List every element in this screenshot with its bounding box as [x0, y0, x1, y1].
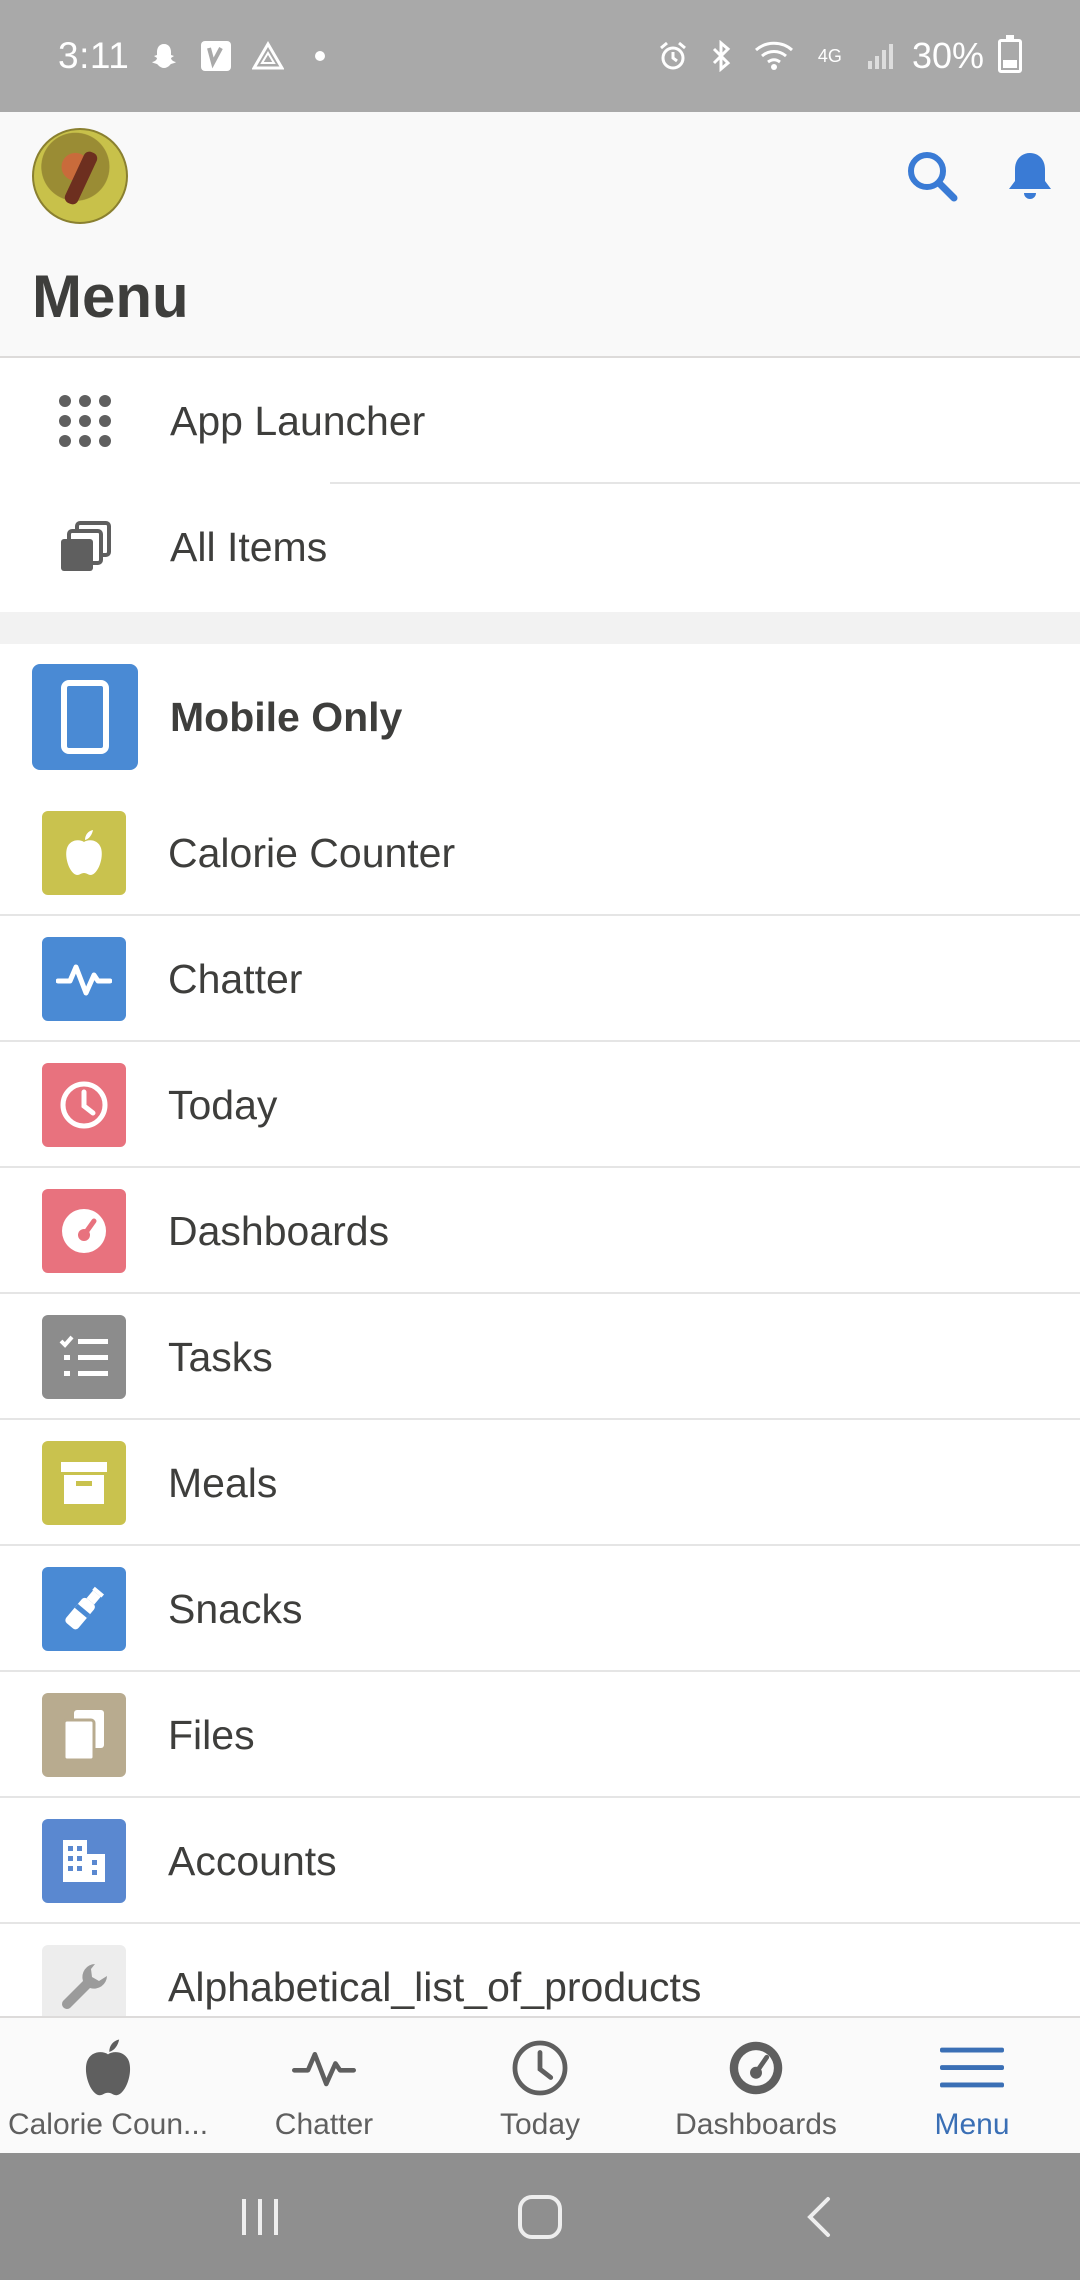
all-items-row[interactable]: All Items: [0, 484, 1080, 610]
notifications-button[interactable]: [1002, 148, 1058, 204]
page-title: Menu: [32, 263, 189, 330]
apple-icon: [42, 811, 126, 895]
snapchat-icon: [147, 39, 181, 73]
lte-icon: 4G: [817, 46, 842, 66]
nav-menu[interactable]: Menu: [864, 2018, 1080, 2153]
venmo-icon: [199, 39, 233, 73]
gauge-icon: [42, 1189, 126, 1273]
list-item-label: Alphabetical_list_of_products: [168, 1963, 702, 2010]
list-item-snacks[interactable]: Snacks: [0, 1546, 1080, 1672]
pulse-icon: [292, 2036, 356, 2100]
checklist-icon: [42, 1315, 126, 1399]
signal-icon: [864, 39, 898, 73]
list-item-calorie-counter[interactable]: Calorie Counter: [0, 790, 1080, 916]
back-icon: [807, 2196, 830, 2237]
clock-icon: [42, 1063, 126, 1147]
gauge-icon: [724, 2036, 788, 2100]
app-name: Mobile Only: [170, 693, 403, 740]
nav-label: Today: [499, 2108, 581, 2141]
list-item-chatter[interactable]: Chatter: [0, 916, 1080, 1042]
app-section: Mobile Only Calorie Counter Chatter Toda…: [0, 644, 1080, 2050]
list-item-label: Tasks: [168, 1333, 273, 1380]
bluetooth-icon: [704, 39, 738, 73]
drive-icon: [251, 39, 285, 73]
list-item-label: Chatter: [168, 955, 303, 1002]
list-item-label: Accounts: [168, 1837, 337, 1884]
recents-button[interactable]: [220, 2177, 300, 2257]
home-button[interactable]: [500, 2177, 580, 2257]
status-bar: 3:11 4G 30%: [0, 0, 1080, 112]
list-item-dashboards[interactable]: Dashboards: [0, 1168, 1080, 1294]
all-items-label: All Items: [170, 523, 328, 570]
archive-icon: [42, 1441, 126, 1525]
app-launcher-icon: [32, 393, 138, 449]
nav-label: Chatter: [274, 2108, 374, 2141]
list-item-tasks[interactable]: Tasks: [0, 1294, 1080, 1420]
status-time: 3:11: [58, 35, 130, 76]
building-icon: [42, 1819, 126, 1903]
dot-icon: [303, 39, 337, 73]
avatar[interactable]: [32, 128, 128, 224]
list-item-meals[interactable]: Meals: [0, 1420, 1080, 1546]
list-item-today[interactable]: Today: [0, 1042, 1080, 1168]
list-item-files[interactable]: Files: [0, 1672, 1080, 1798]
search-icon: [908, 152, 958, 202]
wifi-icon: [752, 39, 796, 73]
app-launcher-label: App Launcher: [170, 397, 426, 444]
top-list: App Launcher All Items: [0, 358, 1080, 610]
nav-label: Menu: [934, 2108, 1010, 2141]
home-icon: [518, 2194, 562, 2239]
app-header-mobile-only[interactable]: Mobile Only: [0, 644, 1080, 790]
battery-percent: 30%: [911, 35, 984, 76]
all-items-icon: [32, 519, 138, 575]
list-item-label: Today: [168, 1081, 278, 1128]
list-item-label: Snacks: [168, 1585, 303, 1632]
list-item-label: Calorie Counter: [168, 829, 456, 876]
files-icon: [42, 1693, 126, 1777]
recents-icon: [242, 2198, 278, 2235]
mobile-icon: [32, 664, 138, 770]
bottom-nav: Calorie Coun... Chatter Today Dashboards…: [0, 2016, 1080, 2153]
search-button[interactable]: [904, 148, 960, 204]
list-item-label: Files: [168, 1711, 255, 1758]
back-button[interactable]: [780, 2177, 860, 2257]
list-item-accounts[interactable]: Accounts: [0, 1798, 1080, 1924]
nav-calorie-counter[interactable]: Calorie Coun...: [0, 2018, 216, 2153]
apple-icon: [76, 2036, 140, 2100]
nav-chatter[interactable]: Chatter: [216, 2018, 432, 2153]
app-launcher-row[interactable]: App Launcher: [0, 358, 1080, 484]
nav-dashboards[interactable]: Dashboards: [648, 2018, 864, 2153]
section-divider: [0, 612, 1080, 644]
app-header: Menu: [0, 112, 1080, 358]
system-nav-bar: [0, 2153, 1080, 2280]
clock-icon: [508, 2036, 572, 2100]
bottle-icon: [42, 1567, 126, 1651]
battery-icon: [998, 35, 1022, 73]
app-items-list: Calorie Counter Chatter Today Dashboards: [0, 790, 1080, 2050]
pulse-icon: [42, 937, 126, 1021]
alarm-icon: [656, 39, 690, 73]
bell-icon: [1009, 153, 1051, 199]
nav-label: Calorie Coun...: [7, 2108, 209, 2141]
menu-icon: [940, 2036, 1004, 2100]
nav-today[interactable]: Today: [432, 2018, 648, 2153]
list-item-label: Meals: [168, 1459, 278, 1506]
nav-label: Dashboards: [675, 2108, 837, 2141]
list-item-label: Dashboards: [168, 1207, 390, 1254]
